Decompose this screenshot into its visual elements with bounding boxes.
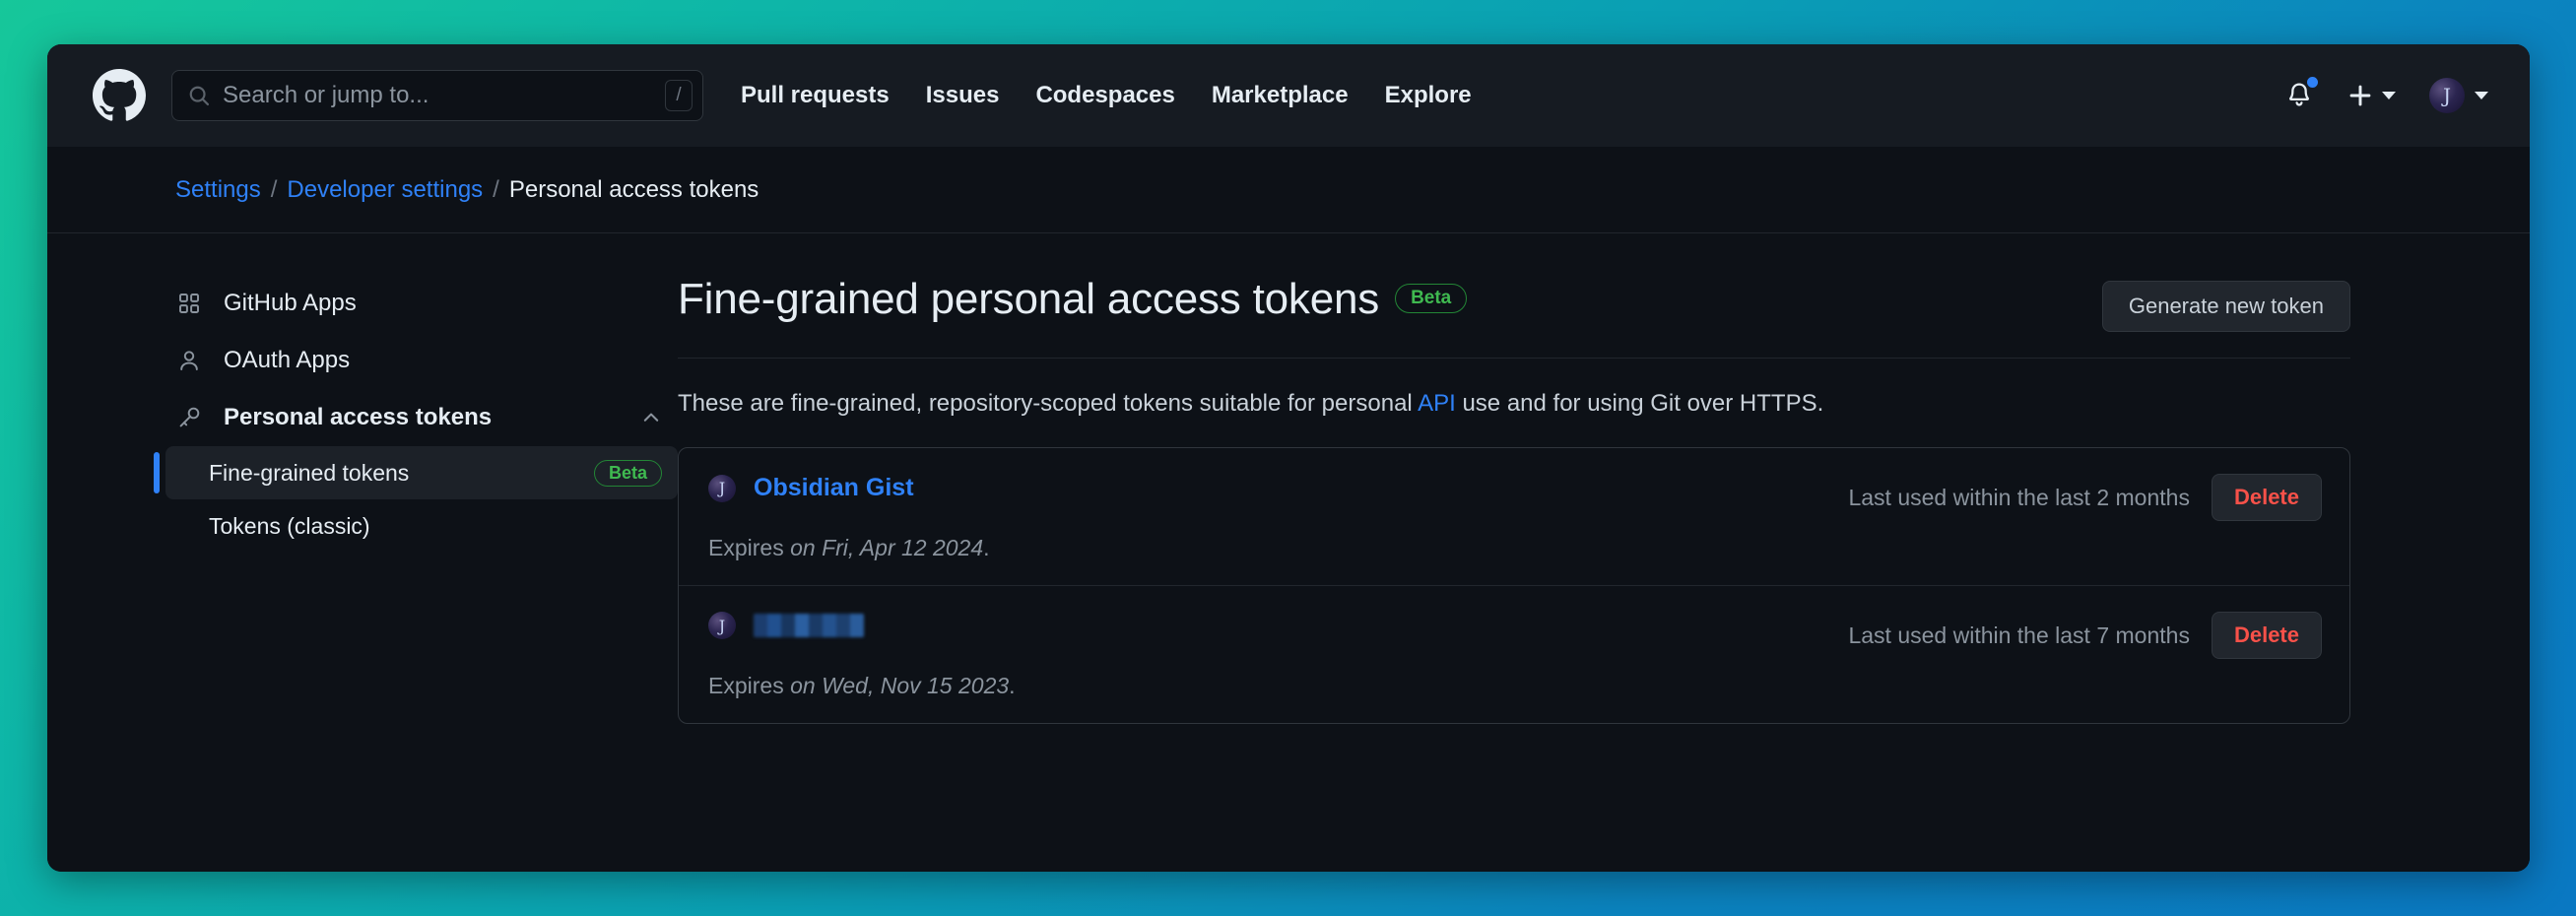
create-new-button[interactable] [2347,83,2396,108]
table-row: J Obsidian Gist Last used within the las… [679,448,2349,585]
expires-date: on Fri, Apr 12 2024 [790,535,984,560]
avatar: J [708,612,736,639]
search-icon [188,85,210,106]
expires-suffix: . [1009,673,1016,698]
description-text-before: These are fine-grained, repository-scope… [678,390,1419,417]
sidebar-item-label: Personal access tokens [224,404,493,430]
table-row: J Last used within the last 7 months Del… [679,585,2349,723]
nav-link-pull-requests[interactable]: Pull requests [741,82,890,109]
sidebar-item-personal-access-tokens[interactable]: Personal access tokens [165,389,678,446]
chevron-down-icon [2382,92,2396,99]
expires-prefix: Expires [708,673,791,698]
token-name-link-redacted[interactable] [754,614,864,637]
browser-window: Search or jump to... / Pull requests Iss… [47,44,2530,872]
sidebar-subitem-label: Tokens (classic) [209,512,370,539]
token-actions: Last used within the last 7 months Delet… [1848,612,2322,659]
breadcrumb-separator: / [270,175,278,203]
chevron-up-icon[interactable] [640,407,662,428]
search-shortcut-key: / [665,80,693,111]
search-input[interactable]: Search or jump to... / [171,70,703,121]
apps-grid-icon [177,292,207,315]
sidebar-item-label: GitHub Apps [224,290,357,316]
main-content: Fine-grained personal access tokens Beta … [678,275,2530,872]
sidebar-item-tokens-classic[interactable]: Tokens (classic) [165,499,678,553]
settings-sidebar: GitHub Apps OAuth Apps Personal access t… [47,275,678,872]
page-body: GitHub Apps OAuth Apps Personal access t… [47,233,2530,872]
search-placeholder: Search or jump to... [223,82,429,108]
token-actions: Last used within the last 2 months Delet… [1848,474,2322,521]
delete-button[interactable]: Delete [2211,612,2322,659]
token-expiry: Expires on Wed, Nov 15 2023. [708,673,2322,699]
breadcrumb-separator: / [493,175,499,203]
plus-icon [2347,83,2373,108]
sidebar-item-label: OAuth Apps [224,347,351,373]
breadcrumb-item-current: Personal access tokens [508,175,760,203]
breadcrumb-bar: Settings / Developer settings / Personal… [47,147,2530,233]
expires-prefix: Expires [708,535,791,560]
sidebar-item-fine-grained-tokens[interactable]: Fine-grained tokens Beta [154,446,678,499]
description-text-after: use and for using Git over HTTPS. [1455,390,1824,417]
notification-dot [2305,75,2320,90]
person-icon [177,349,207,372]
api-link[interactable]: API [1418,390,1456,417]
token-identity: J Obsidian Gist [708,474,914,502]
sidebar-item-oauth-apps[interactable]: OAuth Apps [165,332,678,389]
delete-button[interactable]: Delete [2211,474,2322,521]
nav-link-explore[interactable]: Explore [1385,82,1472,109]
nav-link-codespaces[interactable]: Codespaces [1035,82,1174,109]
global-header: Search or jump to... / Pull requests Iss… [47,44,2530,147]
avatar: J [2429,78,2465,113]
generate-new-token-button[interactable]: Generate new token [2101,281,2350,332]
token-list: J Obsidian Gist Last used within the las… [678,447,2350,724]
key-icon [177,406,207,429]
token-identity: J [708,612,864,639]
global-nav: Pull requests Issues Codespaces Marketpl… [741,82,1472,109]
last-used-text: Last used within the last 2 months [1848,484,2190,510]
breadcrumb-item-developer-settings[interactable]: Developer settings [287,176,483,204]
breadcrumb-item-settings[interactable]: Settings [175,176,261,204]
nav-link-marketplace[interactable]: Marketplace [1212,82,1349,109]
header-actions: J [2277,73,2488,118]
expires-date: on Wed, Nov 15 2023 [790,673,1010,698]
page-title-wrap: Fine-grained personal access tokens Beta [678,275,1468,324]
sidebar-item-github-apps[interactable]: GitHub Apps [165,275,678,332]
breadcrumb: Settings / Developer settings / Personal… [175,176,759,204]
token-expiry: Expires on Fri, Apr 12 2024. [708,535,2322,561]
github-mark-icon[interactable] [93,69,146,122]
page-title: Fine-grained personal access tokens [678,275,1380,323]
token-name-link[interactable]: Obsidian Gist [754,474,914,502]
nav-link-issues[interactable]: Issues [926,82,1000,109]
notifications-button[interactable] [2277,73,2322,118]
sidebar-subitem-label: Fine-grained tokens [209,459,410,486]
account-menu-button[interactable]: J [2429,78,2488,113]
expires-suffix: . [983,535,990,560]
beta-badge: Beta [593,459,662,487]
avatar: J [708,474,736,502]
page-header: Fine-grained personal access tokens Beta … [678,275,2350,359]
page-description: These are fine-grained, repository-scope… [678,359,2350,447]
title-beta-badge: Beta [1395,284,1468,313]
chevron-down-icon [2475,92,2488,99]
last-used-text: Last used within the last 7 months [1848,622,2190,648]
